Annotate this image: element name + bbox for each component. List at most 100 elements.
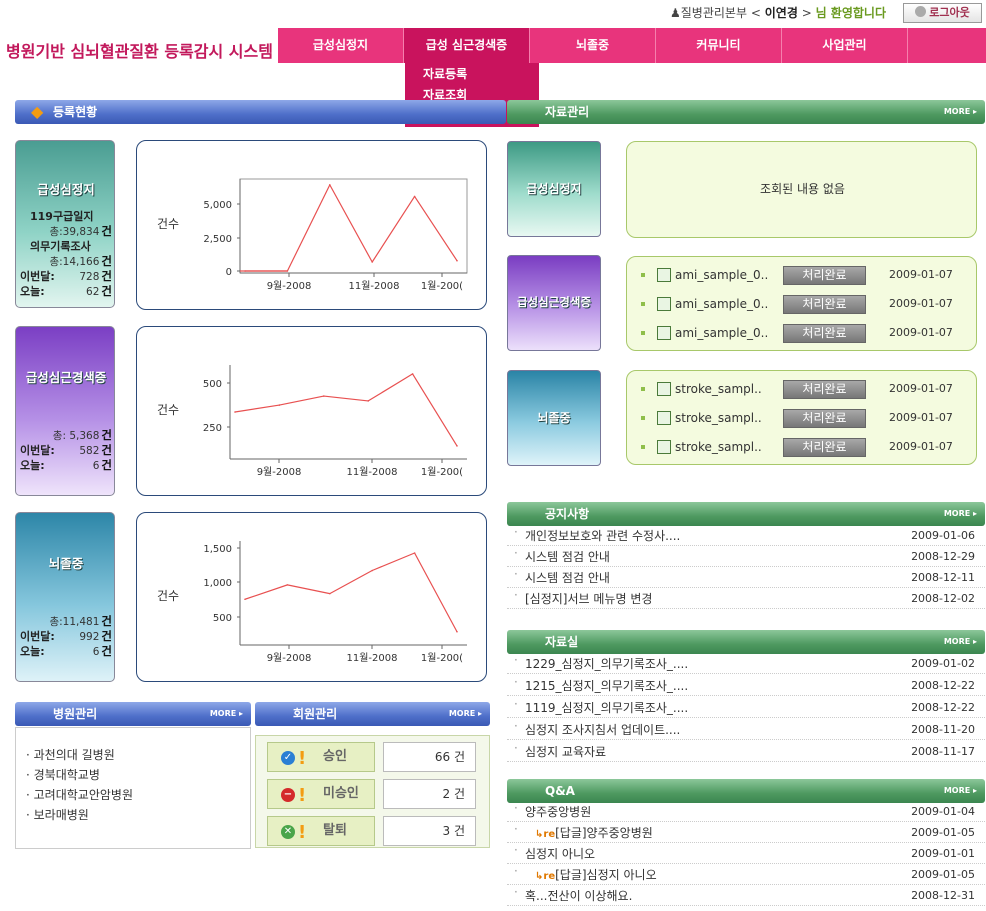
list-title-link[interactable]: 양주중앙병원 [525, 803, 591, 820]
bullet: · [514, 885, 518, 899]
list-title-link[interactable]: 개인정보보호와 관련 수정사.... [525, 527, 680, 544]
list-date: 2008-11-17 [911, 745, 975, 758]
data-point [329, 184, 331, 186]
data-mgmt-more-link[interactable]: MORE ▸ [944, 100, 977, 124]
stat-number: 582 [79, 445, 100, 457]
list-date: 2009-01-05 [911, 826, 975, 839]
status-button[interactable]: 처리완료 [783, 324, 866, 343]
upload-row: stroke_sampl.. 처리완료 2009-01-07 [641, 409, 971, 429]
stat-row: 이번달: 992 건 [20, 628, 112, 644]
notice-more-link[interactable]: MORE ▸ [944, 502, 977, 526]
status-button[interactable]: 처리완료 [783, 266, 866, 285]
list-title-link[interactable]: ↳re[답글]양주중앙병원 [535, 824, 653, 841]
status-button[interactable]: 처리완료 [783, 438, 866, 457]
hospital-item[interactable]: · 경북대학교병 [26, 766, 100, 783]
file-name-link[interactable]: ami_sample_0.. [675, 297, 768, 311]
list-item: · 심정지 아니오 2009-01-01 [507, 843, 985, 864]
qna-more-link[interactable]: MORE ▸ [944, 779, 977, 803]
member-status-0[interactable]: ✓! 승인 [267, 742, 375, 772]
stat-row: 총: 5,368 건 [20, 427, 112, 443]
nav-item[interactable]: 급성 심근경색증 [404, 28, 530, 63]
list-title-link[interactable]: 심정지 교육자료 [525, 743, 606, 760]
library-more-link[interactable]: MORE ▸ [944, 630, 977, 654]
hospital-header: 병원관리 MORE ▸ [15, 702, 251, 726]
upload-date: 2009-01-07 [889, 440, 953, 453]
upload-row: ami_sample_0.. 처리완료 2009-01-07 [641, 266, 971, 286]
member-status-2[interactable]: ✕! 탈퇴 [267, 816, 375, 846]
status-button[interactable]: 처리완료 [783, 295, 866, 314]
dm-box-myocardial: ami_sample_0.. 처리완료 2009-01-07 ami_sample_0… [626, 256, 977, 351]
stat-unit: 건 [101, 443, 112, 457]
list-title-link[interactable]: ↳re[답글]심정지 아니오 [535, 866, 657, 883]
y-tick-label: 0 [226, 267, 232, 278]
stat-value: 총: 5,368 건 [53, 427, 112, 443]
stat-row: 이번달: 728 건 [20, 268, 112, 284]
file-name-link[interactable]: stroke_sampl.. [675, 382, 762, 396]
bullet: · [514, 567, 518, 581]
stat-card-title: 급성심근경색증 [25, 370, 107, 385]
file-name-link[interactable]: stroke_sampl.. [675, 411, 762, 425]
bullet: · [26, 768, 34, 782]
hospital-panel: · 과천의대 길병원 · 경북대학교병 · 고려대학교안암병원 · 보라매병원 [15, 727, 251, 849]
list-title-link[interactable]: 1215_심정지_의무기록조사_.... [525, 677, 688, 694]
site-title: 병원기반 심뇌혈관질환 등록감시 시스템 [6, 42, 273, 61]
x-tick-label: 9월-2008 [257, 466, 302, 478]
list-title-link[interactable]: 1119_심정지_의무기록조사_.... [525, 699, 688, 716]
bullet [641, 302, 645, 306]
alert-icon: ! [298, 748, 307, 769]
member-status-1[interactable]: −! 미승인 [267, 779, 375, 809]
dm-icon-cardiac-arrest[interactable]: 급성심정지 [507, 141, 601, 237]
line-chart: 건수 500 250 9월-2008 11월-2008 1월-200( [157, 365, 467, 478]
nav-item[interactable]: 커뮤니티 [656, 28, 782, 63]
nav-item[interactable]: 급성심정지 [278, 28, 404, 63]
stat-row: 총:11,481 건 [20, 613, 112, 629]
stat-unit: 건 [101, 629, 112, 643]
bullet: · [514, 675, 518, 689]
nav-item[interactable]: 사업관리 [782, 28, 908, 63]
list-title-link[interactable]: 1229_심정지_의무기록조사_.... [525, 655, 688, 672]
file-name-link[interactable]: ami_sample_0.. [675, 268, 768, 282]
list-title-text: [답글]심정지 아니오 [555, 868, 657, 882]
list-item: · 시스템 점검 안내 2008-12-11 [507, 567, 985, 588]
x-tick-label: 1월-200( [421, 466, 463, 478]
bullet: · [514, 843, 518, 857]
hospital-item[interactable]: · 고려대학교안암병원 [26, 786, 133, 803]
list-title-link[interactable]: [심정지]서브 메뉴명 변경 [525, 590, 652, 607]
data-mgmt-title: 자료관리 [545, 105, 590, 119]
notice-title: 공지사항 [545, 507, 590, 521]
list-title-link[interactable]: 시스템 점검 안내 [525, 548, 610, 565]
notice-list: · 개인정보보호와 관련 수정사.... 2009-01-06 · 시스템 점검 안내 2… [507, 525, 985, 615]
member-count: 3 건 [383, 816, 476, 846]
list-title-link[interactable]: 시스템 점검 안내 [525, 569, 610, 586]
check-icon: ✓ [281, 751, 295, 765]
list-item: · ↳re[답글]양주중앙병원 2009-01-05 [507, 822, 985, 843]
status-button[interactable]: 처리완료 [783, 409, 866, 428]
file-name-link[interactable]: stroke_sampl.. [675, 440, 762, 454]
hospital-item[interactable]: · 과천의대 길병원 [26, 746, 115, 763]
stat-number: 총:14,166 [49, 256, 100, 268]
member-status-label: 승인 [323, 749, 347, 764]
main-nav: 급성심정지 급성 심근경색증 뇌졸중 커뮤니티 사업관리 [278, 28, 986, 63]
list-title-link[interactable]: 심정지 아니오 [525, 845, 595, 862]
list-title-link[interactable]: 심정지 조사지침서 업데이트.... [525, 721, 680, 738]
list-title-link[interactable]: 혹...전산이 이상해요. [525, 887, 632, 904]
member-more-link[interactable]: MORE ▸ [449, 702, 482, 726]
nav-item[interactable]: 뇌졸중 [530, 28, 656, 63]
dm-icon-stroke[interactable]: 뇌졸중 [507, 370, 601, 466]
logout-icon [915, 6, 927, 17]
file-name-link[interactable]: ami_sample_0.. [675, 326, 768, 340]
list-date: 2008-12-31 [911, 889, 975, 902]
stat-unit: 건 [101, 458, 112, 472]
y-axis-label: 건수 [157, 217, 179, 231]
stat-key: 오늘: [20, 285, 45, 298]
list-date: 2009-01-02 [911, 657, 975, 670]
hospital-item[interactable]: · 보라매병원 [26, 806, 89, 823]
list-date: 2008-12-29 [911, 550, 975, 563]
reply-label: re [543, 829, 556, 840]
submenu-item[interactable]: 자료등록 [423, 65, 539, 86]
member-header: 회원관리 MORE ▸ [255, 702, 490, 726]
dm-icon-myocardial[interactable]: 급성심근경색증 [507, 255, 601, 351]
hospital-more-link[interactable]: MORE ▸ [210, 702, 243, 726]
status-button[interactable]: 처리완료 [783, 380, 866, 399]
logout-button[interactable]: 로그아웃 [903, 3, 982, 23]
